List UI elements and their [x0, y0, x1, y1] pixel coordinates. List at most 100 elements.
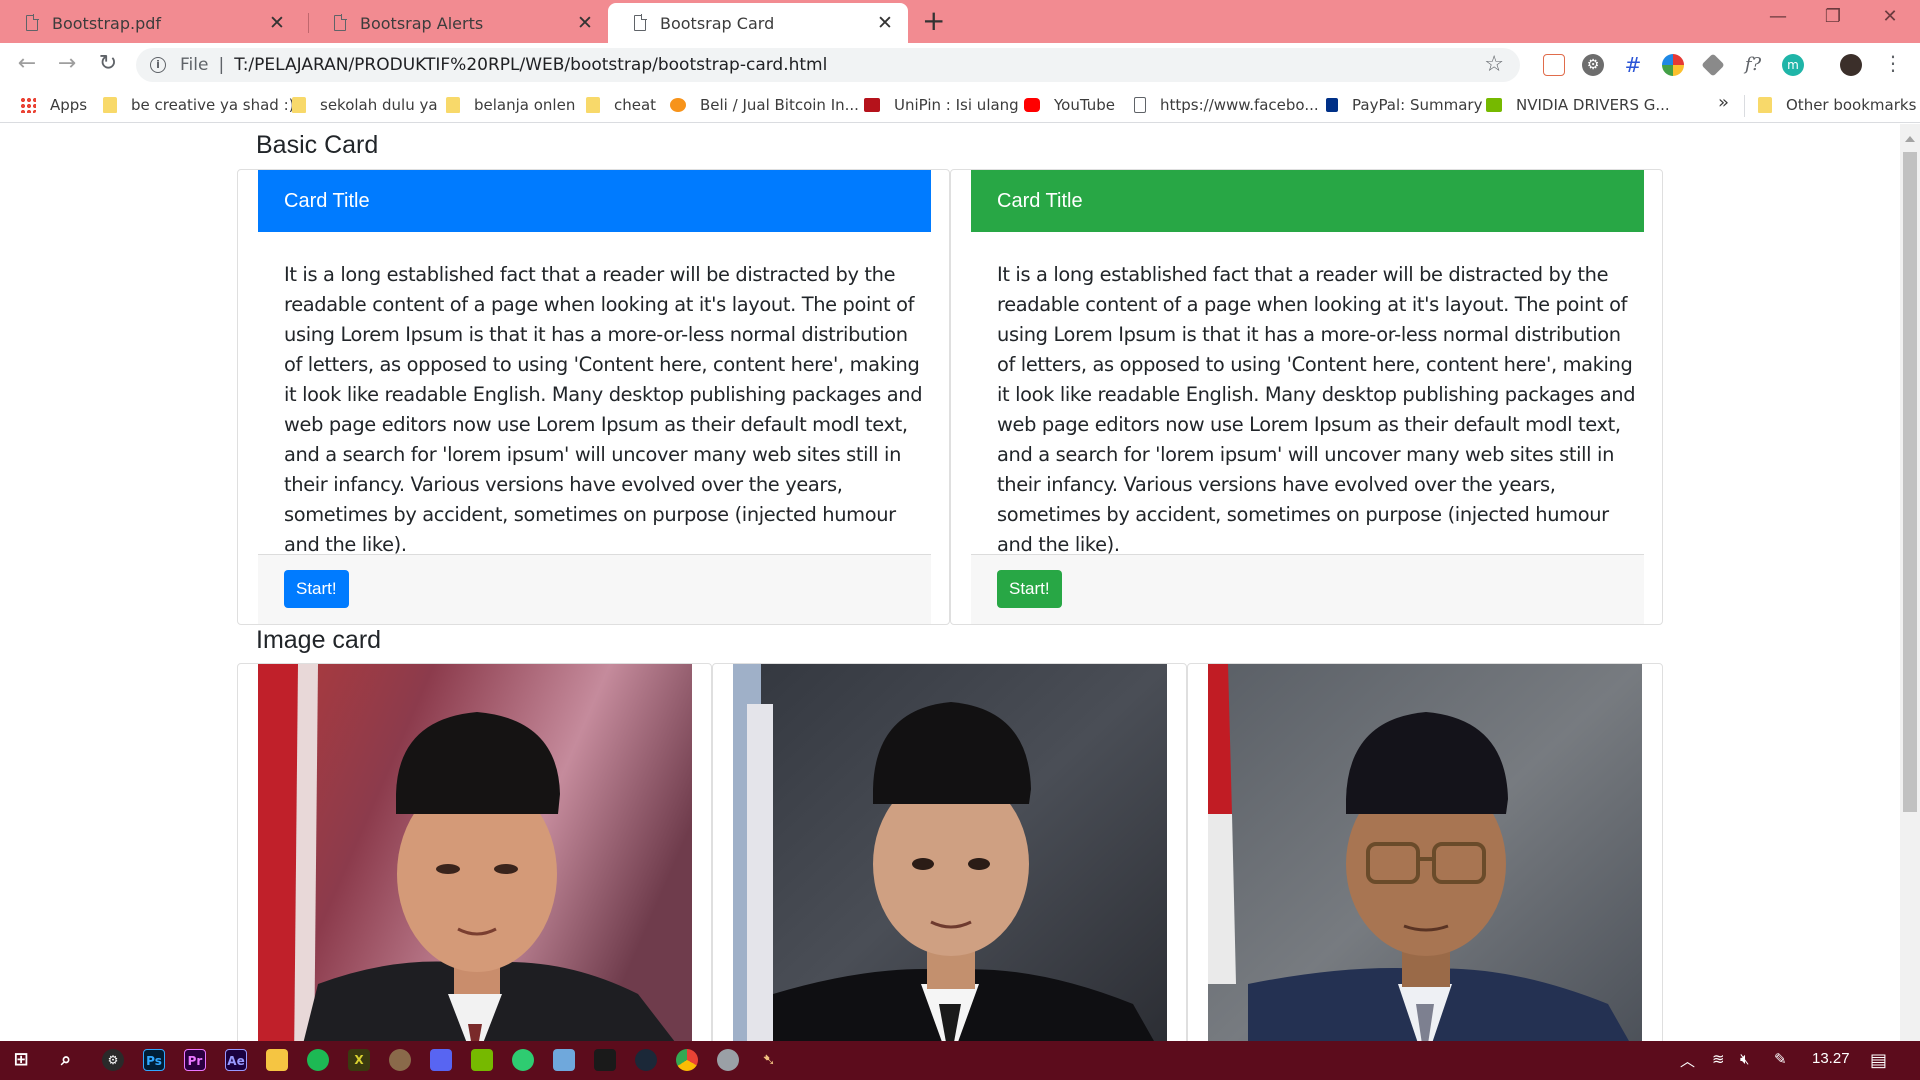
bookmark-label: belanja onlen [474, 96, 576, 114]
clock[interactable]: 13.27 [1812, 1050, 1850, 1067]
minimize-icon[interactable]: — [1748, 6, 1808, 27]
bookmark-other[interactable]: Other bookmarks [1758, 93, 1916, 117]
bookmarks-divider [1744, 95, 1745, 117]
paypal-icon [1326, 98, 1338, 112]
page-viewport: Basic Card Card Title It is a long estab… [0, 124, 1900, 1041]
bookmark-folder-sekolah[interactable]: sekolah dulu ya [292, 93, 438, 117]
bookmark-label: PayPal: Summary [1352, 96, 1483, 114]
game-app-icon[interactable] [389, 1049, 411, 1071]
bookmark-label: be creative ya shad :) [131, 96, 295, 114]
bookmark-facebook[interactable]: https://www.facebo... [1134, 93, 1319, 117]
network-app-icon[interactable] [512, 1049, 534, 1071]
virtualbox-icon[interactable] [553, 1049, 575, 1071]
bookmark-unipin[interactable]: UniPin : Isi ulang [864, 93, 1019, 117]
restore-icon[interactable]: ❐ [1803, 6, 1863, 27]
youtube-icon [1024, 98, 1040, 112]
back-arrow-icon[interactable]: ← [12, 51, 42, 76]
card-body-text: It is a long established fact that a rea… [997, 263, 1636, 556]
nvidia-app-icon[interactable] [471, 1049, 493, 1071]
forward-arrow-icon[interactable]: → [52, 51, 82, 76]
file-explorer-icon[interactable] [266, 1049, 288, 1071]
portrait-photo [258, 664, 692, 1041]
close-tab-icon[interactable]: ✕ [876, 12, 894, 34]
pen-icon[interactable]: ✎ [1774, 1050, 1787, 1068]
folder-icon [292, 97, 306, 113]
start-button[interactable]: Start! [997, 570, 1062, 608]
spotify-icon[interactable] [307, 1049, 329, 1071]
color-picker-extension-icon[interactable] [1662, 54, 1684, 76]
wifi-icon[interactable]: ≋ [1712, 1050, 1725, 1068]
folder-icon [446, 97, 460, 113]
search-icon[interactable]: ⌕ [55, 1049, 77, 1071]
start-button[interactable]: Start! [284, 570, 349, 608]
bookmark-label: Other bookmarks [1786, 96, 1917, 114]
bookmark-paypal[interactable]: PayPal: Summary [1326, 93, 1482, 117]
new-tab-icon[interactable]: + [922, 6, 945, 36]
tab-bootsrap-alerts[interactable]: Bootsrap Alerts ✕ [308, 3, 608, 43]
bookmarks-overflow-icon[interactable]: » [1718, 92, 1729, 113]
bookmark-folder-cheat[interactable]: cheat [586, 93, 656, 117]
bird-app-icon[interactable]: ➷ [758, 1049, 780, 1071]
settings-app-icon[interactable]: ⚙ [102, 1049, 124, 1071]
chrome-icon[interactable] [676, 1049, 698, 1071]
bookmark-youtube[interactable]: YouTube [1024, 93, 1115, 117]
notifications-icon[interactable]: ▤ [1870, 1050, 1887, 1071]
bookmark-folder-be-creative[interactable]: be creative ya shad :) [103, 93, 295, 117]
bookmark-nvidia[interactable]: NVIDIA DRIVERS G... [1486, 93, 1670, 117]
bookmark-label: Beli / Jual Bitcoin In... [700, 96, 859, 114]
windows-start-icon[interactable]: ⊞ [10, 1049, 32, 1071]
image-card [237, 663, 712, 1041]
bookmark-apps[interactable]: Apps [20, 93, 87, 117]
tray-chevron-icon[interactable]: ︿ [1680, 1050, 1695, 1071]
profile-avatar[interactable] [1840, 54, 1862, 76]
bookmark-folder-belanja[interactable]: belanja onlen [446, 93, 575, 117]
bookmark-label: UniPin : Isi ulang [894, 96, 1019, 114]
calendar-extension-icon[interactable] [1543, 54, 1565, 76]
premiere-icon[interactable]: Pr [184, 1049, 206, 1071]
document-icon [26, 14, 39, 31]
font-extension-icon[interactable]: f? [1742, 54, 1764, 76]
steam-icon[interactable] [635, 1049, 657, 1071]
discord-icon[interactable] [430, 1049, 452, 1071]
tab-bootstrap-pdf[interactable]: Bootstrap.pdf ✕ [0, 3, 300, 43]
gear-extension-icon[interactable]: ⚙ [1582, 54, 1604, 76]
bookmark-star-icon[interactable]: ☆ [1484, 52, 1504, 77]
scroll-up-arrow-icon[interactable] [1905, 136, 1915, 142]
browser-toolbar: ← → ↻ i File | T:/PELAJARAN/PRODUKTIF%20… [0, 43, 1920, 87]
tab-title: Bootsrap Card [660, 13, 775, 33]
folder-icon [586, 97, 600, 113]
document-icon [634, 14, 647, 31]
close-window-icon[interactable]: ✕ [1860, 6, 1920, 27]
after-effects-icon[interactable]: Ae [225, 1049, 247, 1071]
reload-icon[interactable]: ↻ [93, 51, 123, 76]
scrollbar-thumb[interactable] [1903, 152, 1917, 812]
bookmark-label: YouTube [1054, 96, 1115, 114]
game-launcher-icon[interactable] [594, 1049, 616, 1071]
bitcoin-icon [670, 98, 686, 112]
layers-extension-icon[interactable] [1701, 53, 1725, 77]
speaker-muted-icon[interactable]: 🔇︎ [1740, 1050, 1749, 1068]
photoshop-icon[interactable]: Ps [143, 1049, 165, 1071]
bookmark-bitcoin[interactable]: Beli / Jual Bitcoin In... [670, 93, 859, 117]
url-text[interactable]: T:/PELAJARAN/PRODUKTIF%20RPL/WEB/bootstr… [234, 55, 827, 75]
scheme-label: File [180, 55, 209, 75]
image-card [1187, 663, 1663, 1041]
close-tab-icon[interactable]: ✕ [576, 12, 594, 34]
close-tab-icon[interactable]: ✕ [268, 12, 286, 34]
page-scrollbar[interactable] [1900, 124, 1920, 1041]
card-title: Card Title [997, 189, 1083, 212]
app-icon[interactable] [717, 1049, 739, 1071]
grid-extension-icon[interactable]: # [1622, 54, 1644, 76]
xampp-icon[interactable]: X [348, 1049, 370, 1071]
mendeley-extension-icon[interactable]: m [1782, 54, 1804, 76]
menu-kebab-icon[interactable]: ⋮ [1878, 51, 1908, 75]
windows-taskbar: ⊞ ⌕ ⚙ Ps Pr Ae X ➷ ︿ ≋ 🔇︎ ✎ 13.27 ▤ [0, 1041, 1920, 1080]
tab-bootsrap-card[interactable]: Bootsrap Card ✕ [608, 3, 908, 43]
card-body-text: It is a long established fact that a rea… [284, 263, 923, 556]
page-icon [1134, 97, 1146, 113]
folder-icon [103, 97, 117, 113]
info-icon[interactable]: i [150, 57, 166, 73]
address-bar[interactable]: i File | T:/PELAJARAN/PRODUKTIF%20RPL/WE… [136, 48, 1520, 82]
tab-strip: Bootstrap.pdf ✕ Bootsrap Alerts ✕ Bootsr… [0, 0, 1920, 43]
basic-card-heading: Basic Card [256, 131, 379, 159]
